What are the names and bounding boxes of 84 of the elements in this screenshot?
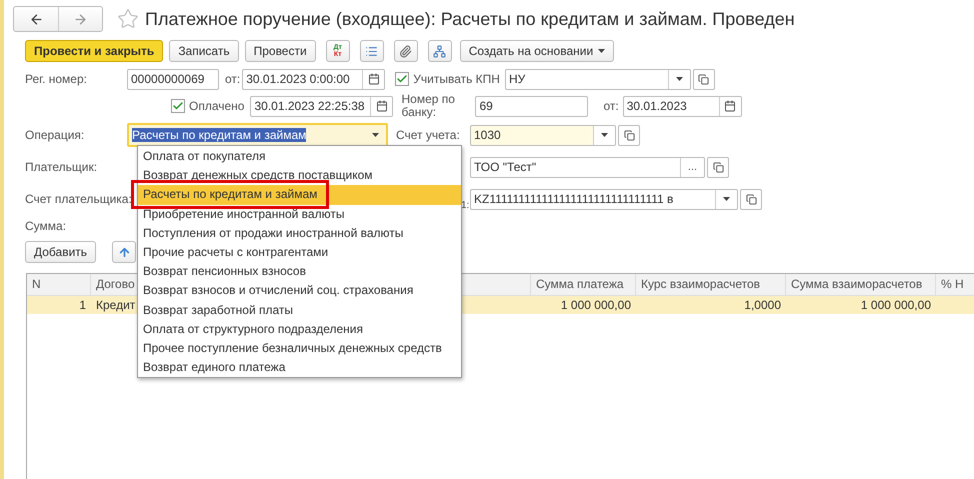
copy-icon	[712, 162, 724, 172]
calendar-icon	[368, 73, 380, 85]
column-header[interactable]: N	[27, 274, 91, 295]
open-button[interactable]	[707, 156, 729, 178]
caret-icon	[601, 133, 608, 137]
post-and-close-button[interactable]: Провести и закрыть	[25, 40, 164, 62]
caret-icon	[676, 77, 683, 81]
dropdown-item[interactable]: Оплата от покупателя	[138, 147, 461, 166]
column-header[interactable]: % Н	[936, 274, 974, 295]
account-field[interactable]: 1030	[470, 124, 616, 146]
caret-icon	[723, 197, 730, 201]
column-header[interactable]: Курс взаиморасчетов	[636, 274, 786, 295]
select-field[interactable]: НУ	[504, 68, 691, 90]
dropdown-item[interactable]: Возврат заработной платы	[138, 300, 461, 320]
checkbox-label: Оплачено	[189, 99, 244, 113]
arrow-right-icon	[73, 12, 88, 26]
dropdown-item[interactable]: Возврат единого платежа	[138, 358, 461, 378]
calendar-icon	[376, 100, 388, 112]
star-icon[interactable]	[117, 8, 139, 30]
calendar-button[interactable]	[718, 96, 741, 116]
checkbox-label: Учитывать КПН	[413, 72, 500, 86]
field-label: Операция:	[25, 128, 86, 142]
open-button[interactable]	[618, 124, 640, 146]
checkbox[interactable]	[171, 99, 185, 113]
calendar-icon	[724, 100, 736, 112]
field-label: Сумма:	[25, 219, 66, 233]
create-based-on-button[interactable]: Создать на основании	[460, 40, 614, 62]
dropdown-item[interactable]: Возврат денежных средств поставщиком	[138, 166, 461, 186]
paperclip-icon	[399, 44, 412, 58]
dropdown-item[interactable]: Расчеты по кредитам и займам	[138, 185, 461, 205]
field-label: от:	[225, 72, 240, 86]
window-title: Платежное поручение (входящее): Расчеты по кредитам и займам. Проведен	[145, 8, 795, 30]
column-header[interactable]: Сумма взаиморасчетов	[786, 274, 936, 295]
calendar-button[interactable]	[370, 96, 392, 116]
field-label: от:	[603, 99, 619, 113]
copy-icon	[698, 74, 710, 84]
dropdown-item[interactable]: Прочее поступление безналичных денежных средств	[138, 338, 461, 358]
choose-button[interactable]: ...	[680, 158, 704, 176]
dropdown-button[interactable]	[715, 190, 737, 208]
dropdown-item[interactable]: Приобретение иностранной валюты	[138, 204, 461, 224]
reg-number-field[interactable]: 00000000069	[127, 68, 219, 90]
table-cell: 1 000 000,00	[560, 298, 631, 312]
add-button[interactable]: Добавить	[25, 241, 96, 263]
dropdown-item[interactable]: Возврат взносов и отчислений соц. страхования	[138, 281, 461, 300]
caret-icon	[598, 49, 606, 53]
hierarchy-icon	[433, 44, 446, 58]
dropdown-item[interactable]: Прочие расчеты с контрагентами	[138, 242, 461, 262]
dropdown-button[interactable]	[593, 126, 615, 144]
list-icon	[365, 44, 378, 58]
column-header[interactable]: Сумма платежа	[531, 274, 636, 295]
bank-number-field[interactable]: 69	[475, 96, 588, 116]
table-cell: Кредит	[96, 298, 136, 312]
list-button[interactable]	[360, 40, 384, 62]
attach-button[interactable]	[394, 40, 418, 62]
checkbox[interactable]	[395, 72, 410, 86]
date-field[interactable]: 30.01.2023 0:00:00	[242, 68, 386, 90]
field-label: Плательщик:	[25, 160, 98, 174]
dropdown-item[interactable]: Оплата от структурного подразделения	[138, 320, 461, 339]
counterparty-field[interactable]: ТОО "Тест" ...	[470, 156, 705, 178]
calendar-button[interactable]	[362, 70, 384, 88]
arrow-up-icon	[118, 246, 131, 258]
toolbar-button[interactable]: Провести	[244, 40, 316, 62]
dropdown-item[interactable]: Поступления от продажи иностранной валюты	[138, 224, 461, 243]
date-field[interactable]: 30.01.2023 22:25:38	[250, 96, 394, 116]
date-field[interactable]: 30.01.2023	[622, 96, 742, 116]
field-label: Номер по банку:	[401, 93, 456, 119]
copy-icon	[746, 194, 756, 204]
copy-icon	[624, 130, 634, 140]
dropdown-button[interactable]	[668, 70, 690, 88]
field-label: Рег. номер:	[25, 72, 88, 86]
operation-combo-field[interactable]: Расчеты по кредитам и займам	[127, 123, 388, 147]
open-button[interactable]	[692, 68, 715, 90]
table-cell: 1	[79, 298, 86, 312]
open-button[interactable]	[740, 188, 762, 210]
structure-button[interactable]	[428, 40, 452, 62]
dropdown-item[interactable]: Возврат пенсионных взносов	[138, 262, 461, 282]
table-cell: 1,0000	[744, 298, 781, 312]
field-label: Счет учета:	[396, 128, 461, 142]
bank-account-field[interactable]: KZ111111111111111111111111111111 в	[470, 188, 738, 210]
table-cell: 1 000 000,00	[860, 298, 931, 312]
move-up-button[interactable]	[112, 241, 136, 263]
field-label: 1:	[461, 200, 470, 211]
toolbar-button[interactable]: Записать	[169, 40, 239, 62]
caret-icon	[372, 133, 378, 137]
